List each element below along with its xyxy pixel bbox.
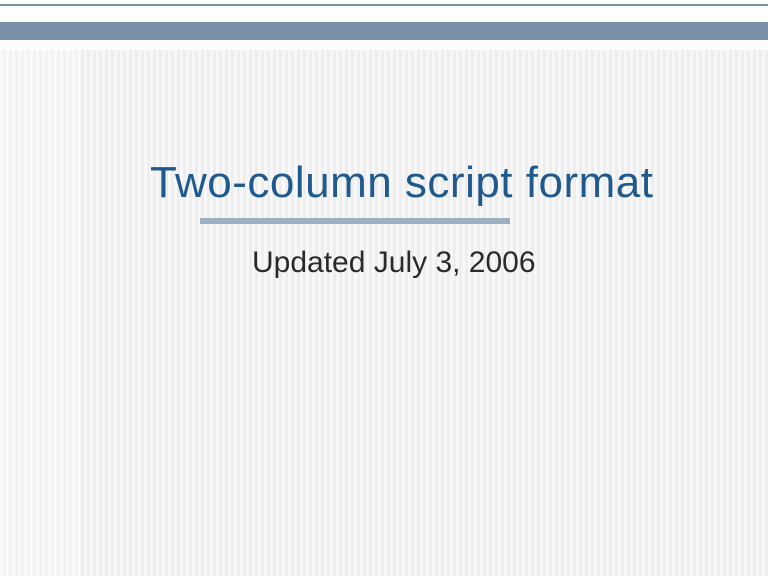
background-pinstripes bbox=[0, 50, 768, 576]
slide-subtitle: Updated July 3, 2006 bbox=[252, 246, 536, 280]
decorative-top-bar bbox=[0, 22, 768, 40]
background-pinstripes-light bbox=[0, 50, 80, 576]
decorative-top-line bbox=[0, 4, 768, 6]
slide-title: Two-column script format bbox=[150, 158, 653, 208]
title-underline bbox=[200, 218, 510, 224]
